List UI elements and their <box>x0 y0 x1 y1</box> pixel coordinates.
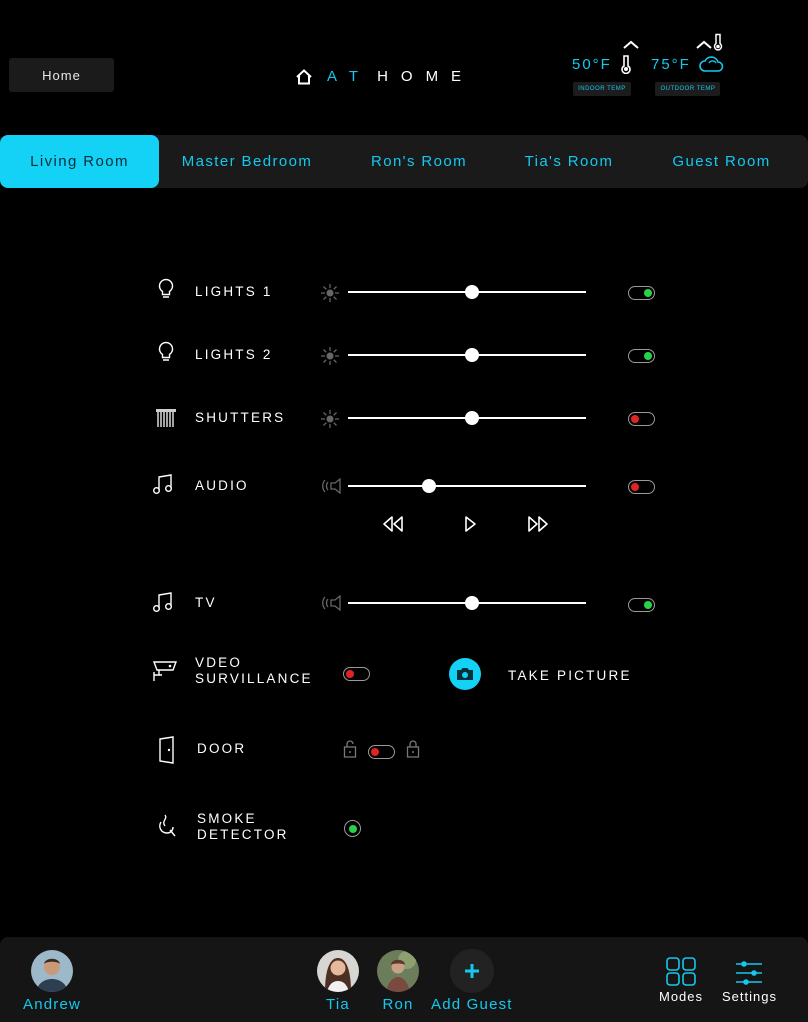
smoke-label-line1: SMOKE <box>197 811 257 826</box>
brand-at: AT <box>327 68 372 85</box>
brightness-icon <box>321 347 339 365</box>
smoke-detector-icon <box>159 814 176 837</box>
settings-button[interactable]: Settings <box>722 959 777 1004</box>
speaker-icon <box>322 478 341 494</box>
tv-label: TV <box>195 595 217 610</box>
current-user[interactable]: Andrew <box>23 950 81 1013</box>
add-guest-button[interactable] <box>449 949 494 993</box>
modes-label: Modes <box>659 989 704 1004</box>
audio-label: AUDIO <box>195 478 249 493</box>
smoke-label: SMOKE DETECTOR <box>197 811 289 843</box>
play-icon[interactable] <box>463 515 477 533</box>
tab-living-room[interactable]: Living Room <box>0 135 159 188</box>
brightness-icon <box>321 284 339 302</box>
guest-name: Ron <box>382 996 414 1013</box>
cloud-icon <box>699 56 724 72</box>
avatar[interactable] <box>317 950 359 992</box>
outdoor-temp: 75°F OUTDOOR TEMP <box>651 33 725 96</box>
unlock-icon[interactable] <box>343 739 357 759</box>
outdoor-temp-label: OUTDOOR TEMP <box>655 82 721 96</box>
door-lock-toggle[interactable] <box>368 745 395 759</box>
tab-guest-room[interactable]: Guest Room <box>635 135 808 188</box>
music-note-icon <box>153 592 172 612</box>
guest-ron[interactable]: Ron <box>377 950 419 1013</box>
add-guest[interactable]: Add Guest <box>431 949 513 1013</box>
slider-thumb[interactable] <box>464 596 479 610</box>
guest-tia[interactable]: Tia <box>317 950 359 1013</box>
take-picture-label[interactable]: TAKE PICTURE <box>508 668 632 683</box>
fast-forward-icon[interactable] <box>526 515 550 533</box>
video-label-line1: VDEO <box>195 655 243 670</box>
tab-tias-room[interactable]: Tia's Room <box>503 135 635 188</box>
room-tabs: Living Room Master Bedroom Ron's Room Ti… <box>0 135 808 188</box>
music-note-icon <box>153 474 172 494</box>
grid-icon <box>666 957 696 986</box>
lights-1-toggle[interactable] <box>628 286 655 300</box>
lights-1-slider[interactable] <box>348 285 586 299</box>
lightbulb-icon <box>158 278 174 298</box>
shutters-icon <box>156 409 176 427</box>
video-label-line2: SURVILLANCE <box>195 671 313 686</box>
shutters-toggle[interactable] <box>628 412 655 426</box>
thermometer-icon <box>713 33 723 51</box>
tv-slider[interactable] <box>348 596 586 610</box>
settings-label: Settings <box>722 989 777 1004</box>
take-picture-button[interactable] <box>449 658 481 690</box>
audio-slider[interactable] <box>348 479 586 493</box>
caret-up-icon <box>696 40 712 49</box>
home-icon <box>296 68 312 84</box>
plus-icon <box>464 964 479 978</box>
brand-title: AT HOME <box>295 68 474 85</box>
lights-2-label: LIGHTS 2 <box>195 347 273 362</box>
speaker-icon <box>322 595 341 611</box>
caret-up-icon <box>623 40 639 49</box>
rewind-icon[interactable] <box>381 515 405 533</box>
security-camera-icon <box>152 661 178 681</box>
sliders-icon <box>736 961 763 985</box>
audio-toggle[interactable] <box>628 480 655 494</box>
thermometer-icon <box>621 55 631 74</box>
tv-toggle[interactable] <box>628 598 655 612</box>
video-label: VDEO SURVILLANCE <box>195 655 313 687</box>
current-user-name: Andrew <box>23 996 82 1013</box>
lightbulb-icon <box>158 341 174 361</box>
indoor-temp-value: 50°F <box>572 55 612 73</box>
avatar[interactable] <box>31 950 74 992</box>
footer-bar: Andrew Tia Ron Add Guest Modes Settings <box>0 937 808 1022</box>
smoke-label-line2: DETECTOR <box>197 827 289 842</box>
brand-home: HOME <box>377 68 475 85</box>
tab-master-bedroom[interactable]: Master Bedroom <box>159 135 335 188</box>
modes-button[interactable]: Modes <box>659 957 703 1004</box>
smoke-status-indicator <box>344 820 361 837</box>
slider-thumb[interactable] <box>464 285 479 299</box>
lock-icon[interactable] <box>406 739 420 759</box>
slider-thumb[interactable] <box>421 479 436 493</box>
door-label: DOOR <box>197 741 247 756</box>
add-guest-label: Add Guest <box>431 996 513 1013</box>
slider-thumb[interactable] <box>464 348 479 362</box>
video-toggle[interactable] <box>343 667 370 681</box>
lights-2-slider[interactable] <box>348 348 586 362</box>
shutters-label: SHUTTERS <box>195 410 286 425</box>
indoor-temp-label: INDOOR TEMP <box>573 82 631 96</box>
indoor-temp: 50°F INDOOR TEMP <box>572 40 639 96</box>
avatar[interactable] <box>377 950 419 992</box>
brightness-icon <box>321 410 339 428</box>
home-button[interactable]: Home <box>9 58 114 92</box>
tab-rons-room[interactable]: Ron's Room <box>335 135 503 188</box>
lights-1-label: LIGHTS 1 <box>195 284 273 299</box>
outdoor-temp-value: 75°F <box>651 55 691 73</box>
slider-thumb[interactable] <box>464 411 479 425</box>
guest-name: Tia <box>326 996 350 1013</box>
door-icon <box>159 736 174 764</box>
shutters-slider[interactable] <box>348 411 586 425</box>
camera-icon <box>457 668 473 680</box>
lights-2-toggle[interactable] <box>628 349 655 363</box>
